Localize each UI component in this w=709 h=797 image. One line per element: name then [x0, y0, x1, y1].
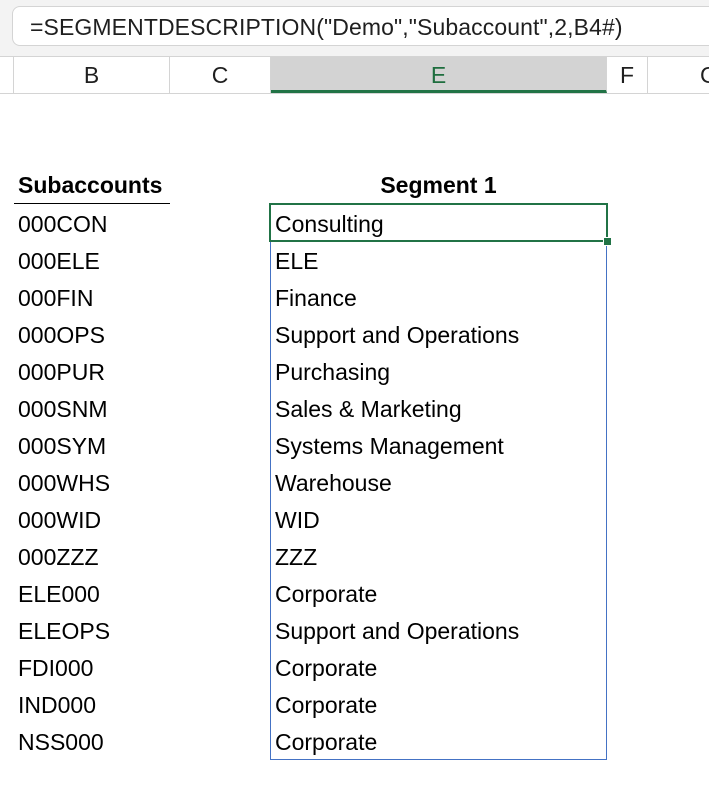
segment-description-cell[interactable]: Support and Operations: [275, 317, 519, 354]
subaccount-cell[interactable]: 000WID: [18, 502, 101, 539]
subaccount-cell[interactable]: 000FIN: [18, 280, 93, 317]
subaccount-cell[interactable]: NSS000: [18, 724, 104, 761]
column-header-g[interactable]: G: [648, 57, 709, 93]
column-header-b[interactable]: B: [14, 57, 170, 93]
segment-description-cell[interactable]: Systems Management: [275, 428, 504, 465]
segment-description-cell[interactable]: Sales & Marketing: [275, 391, 462, 428]
segment-description-cell[interactable]: Corporate: [275, 724, 377, 761]
segment-description-cell[interactable]: Warehouse: [275, 465, 392, 502]
subaccount-cell[interactable]: 000WHS: [18, 465, 110, 502]
subaccount-cell[interactable]: 000ZZZ: [18, 539, 99, 576]
segment-description-cell[interactable]: WID: [275, 502, 320, 539]
subaccount-cell[interactable]: IND000: [18, 687, 96, 724]
subaccount-cell[interactable]: 000ELE: [18, 243, 100, 280]
segment-description-cell[interactable]: Corporate: [275, 650, 377, 687]
subaccount-cell[interactable]: FDI000: [18, 650, 93, 687]
subaccount-cell[interactable]: ELEOPS: [18, 613, 110, 650]
subaccount-cell[interactable]: 000SNM: [18, 391, 107, 428]
column-header-f[interactable]: F: [607, 57, 648, 93]
segment-description-cell[interactable]: Finance: [275, 280, 357, 317]
subaccount-cell[interactable]: ELE000: [18, 576, 100, 613]
formula-text[interactable]: =SEGMENTDESCRIPTION("Demo","Subaccount",…: [30, 14, 623, 41]
fill-handle[interactable]: [603, 237, 612, 246]
segment-description-cell[interactable]: Corporate: [275, 687, 377, 724]
subaccount-cell[interactable]: 000SYM: [18, 428, 106, 465]
segment-description-cell[interactable]: Purchasing: [275, 354, 390, 391]
segment-description-cell[interactable]: ELE: [275, 243, 318, 280]
spreadsheet-window: =SEGMENTDESCRIPTION("Demo","Subaccount",…: [0, 0, 709, 797]
segment-description-cell[interactable]: Support and Operations: [275, 613, 519, 650]
column-header-e[interactable]: E: [271, 57, 607, 93]
segment-description-cell[interactable]: Corporate: [275, 576, 377, 613]
subaccount-cell[interactable]: 000CON: [18, 206, 107, 243]
formula-bar-area: =SEGMENTDESCRIPTION("Demo","Subaccount",…: [0, 0, 709, 56]
subaccount-cell[interactable]: 000PUR: [18, 354, 105, 391]
segment-header: Segment 1: [380, 172, 497, 198]
active-cell-selection[interactable]: [269, 203, 608, 242]
header-underline: [14, 203, 170, 204]
subaccounts-header: Subaccounts: [18, 172, 163, 198]
column-header-a-partial[interactable]: [0, 57, 14, 93]
column-header-c[interactable]: C: [170, 57, 271, 93]
subaccount-cell[interactable]: 000OPS: [18, 317, 105, 354]
column-header-row: B C E F G: [0, 56, 709, 94]
segment-description-cell[interactable]: ZZZ: [275, 539, 317, 576]
